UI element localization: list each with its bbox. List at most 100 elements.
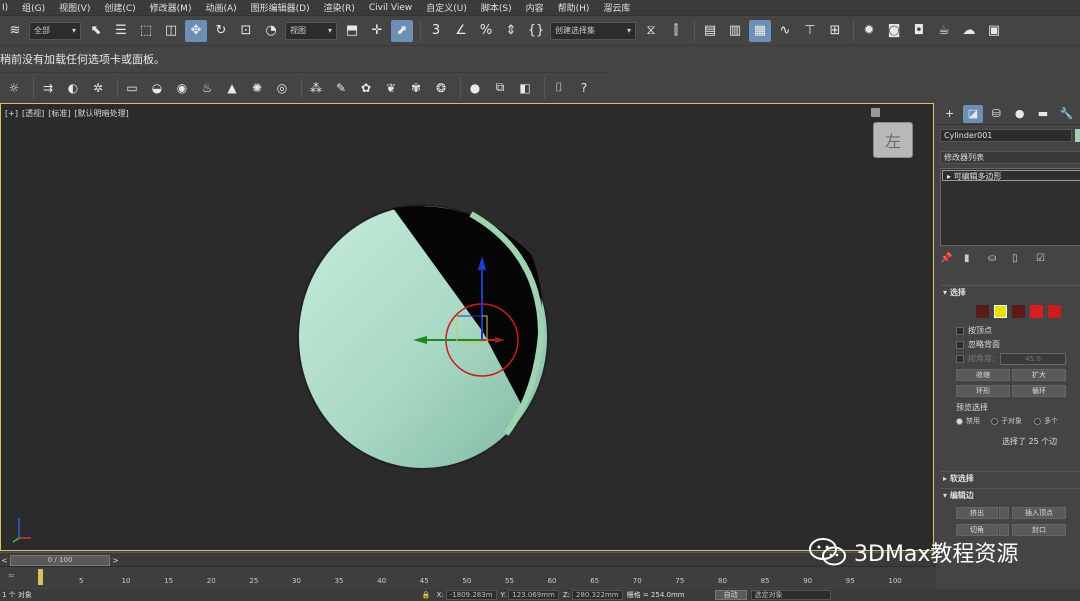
- track-bar-curve-icon[interactable]: ≈: [8, 571, 15, 580]
- select-by-name-icon[interactable]: ☰: [110, 20, 132, 42]
- preview-disabled-radio[interactable]: 禁用: [956, 416, 980, 426]
- walkthrough-icon[interactable]: ⇉: [38, 77, 58, 99]
- mirror-icon[interactable]: ⧖: [640, 20, 662, 42]
- spinner-snap-icon[interactable]: ⇕: [500, 20, 522, 42]
- menu-item-graph-editors[interactable]: 图形编辑器(D): [251, 1, 310, 14]
- ring-icon[interactable]: ◎: [272, 77, 292, 99]
- layer-explorer-icon[interactable]: ▤: [699, 20, 721, 42]
- render-region-icon[interactable]: ◧: [515, 77, 535, 99]
- rollout-soft-selection[interactable]: ▸ 软选择: [940, 471, 1080, 485]
- schematic-view-icon[interactable]: ⊞: [824, 20, 846, 42]
- modifier-stack[interactable]: ▸ 可编辑多边形: [940, 168, 1080, 246]
- auto-key-button[interactable]: 自动: [714, 590, 747, 600]
- menu-item-civil-view[interactable]: Civil View: [369, 3, 412, 13]
- show-end-result-icon[interactable]: ▮: [964, 253, 978, 267]
- grass-icon[interactable]: ❦: [381, 77, 401, 99]
- lightbulb-icon[interactable]: ☼: [4, 77, 24, 99]
- motion-tab-icon[interactable]: ●: [1010, 105, 1029, 123]
- render-shade-icon[interactable]: ▣: [983, 20, 1005, 42]
- display-tab-icon[interactable]: ▬: [1033, 105, 1052, 123]
- snap-3d-icon[interactable]: 3: [425, 20, 447, 42]
- vertex-level-icon[interactable]: [976, 305, 989, 318]
- angle-spinner[interactable]: 45.0: [1000, 353, 1066, 365]
- align-icon[interactable]: ⫿: [665, 20, 687, 42]
- plane-icon[interactable]: ▭: [122, 77, 142, 99]
- cone-icon[interactable]: ▲: [222, 77, 242, 99]
- layers-icon[interactable]: ▥: [724, 20, 746, 42]
- remove-modifier-icon[interactable]: ▯: [1012, 253, 1026, 267]
- edge-level-icon[interactable]: [994, 305, 1007, 318]
- menu-item-scripting[interactable]: 脚本(S): [481, 1, 512, 14]
- create-tab-icon[interactable]: +: [940, 105, 959, 123]
- polygon-level-icon[interactable]: [1030, 305, 1043, 318]
- dope-sheet-icon[interactable]: ⊤: [799, 20, 821, 42]
- z-coordinate-field[interactable]: 280.322mm: [572, 590, 623, 600]
- particle-icon[interactable]: ⁂: [306, 77, 326, 99]
- lock-selection-icon[interactable]: 🔒: [422, 591, 431, 599]
- cap-button[interactable]: 封口: [1012, 524, 1066, 536]
- object-color-swatch[interactable]: [1075, 129, 1080, 142]
- render-cloud-icon[interactable]: ☁: [958, 20, 980, 42]
- modifier-stack-item[interactable]: ▸ 可编辑多边形: [942, 170, 1080, 181]
- modify-tab-icon[interactable]: ◪: [963, 104, 983, 123]
- menu-item-rendering[interactable]: 渲染(R): [324, 1, 355, 14]
- border-level-icon[interactable]: [1012, 305, 1025, 318]
- x-coordinate-field[interactable]: -1809.283m: [445, 590, 497, 600]
- render-teapot-icon[interactable]: ☕: [933, 20, 955, 42]
- time-slider-thumb[interactable]: 0 / 100: [10, 555, 110, 566]
- ref-coord-dropdown[interactable]: 视图 ▾: [285, 21, 337, 40]
- shrink-button[interactable]: 收缩: [956, 369, 1010, 381]
- sun-icon[interactable]: ✺: [247, 77, 267, 99]
- extrude-settings-button[interactable]: [999, 507, 1009, 519]
- named-selection-dropdown[interactable]: 创建选择集 ▾: [550, 21, 636, 40]
- perspective-viewport[interactable]: [+] [透视] [标准] [默认明暗处理] 左: [0, 103, 934, 551]
- rollout-selection[interactable]: ▾ 选择: [940, 285, 1080, 299]
- pencil-icon[interactable]: ✎: [331, 77, 351, 99]
- menu-item-0[interactable]: I): [2, 3, 8, 13]
- configure-sets-icon[interactable]: ☑: [1036, 253, 1050, 267]
- chamfer-settings-button[interactable]: [999, 524, 1009, 536]
- by-angle-checkbox[interactable]: 按角度:: [956, 353, 995, 364]
- menu-item-group[interactable]: 组(G): [22, 1, 45, 14]
- named-selection-icon[interactable]: {}: [525, 20, 547, 42]
- frame-buffer-icon[interactable]: ⧉: [490, 77, 510, 99]
- chamfer-button[interactable]: 切角: [956, 524, 998, 536]
- selection-filter-dropdown[interactable]: 全部 ▾: [29, 21, 81, 40]
- by-vertex-checkbox[interactable]: 按顶点: [956, 325, 992, 336]
- modifier-list-dropdown[interactable]: 修改器列表: [940, 151, 1080, 164]
- window-crossing-icon[interactable]: ◫: [160, 20, 182, 42]
- scale-icon[interactable]: ⊡: [235, 20, 257, 42]
- rect-selection-icon[interactable]: ⬚: [135, 20, 157, 42]
- camera-icon[interactable]: ◐: [63, 77, 83, 99]
- pin-stack-icon[interactable]: 📌: [940, 253, 954, 267]
- scene-canvas[interactable]: [1, 104, 934, 551]
- menu-item-create[interactable]: 创建(C): [104, 1, 135, 14]
- select-object-icon[interactable]: ⬉: [85, 20, 107, 42]
- extrude-button[interactable]: 挤出: [956, 507, 998, 519]
- link-icon[interactable]: ≋: [4, 20, 26, 42]
- pivot-icon[interactable]: ⬒: [341, 20, 363, 42]
- material-editor-icon[interactable]: ✹: [858, 20, 880, 42]
- angle-snap-icon[interactable]: ∠: [450, 20, 472, 42]
- time-slider[interactable]: < 0 / 100 >: [0, 552, 936, 566]
- globe-icon[interactable]: ●: [465, 77, 485, 99]
- menu-item-views[interactable]: 视图(V): [59, 1, 90, 14]
- render-setup-icon[interactable]: ◙: [883, 20, 905, 42]
- menu-item-modifiers[interactable]: 修改器(M): [150, 1, 192, 14]
- move-icon[interactable]: ✥: [185, 19, 207, 42]
- cone-object[interactable]: [297, 204, 549, 470]
- set-key-filter-dropdown[interactable]: 选定对象: [750, 590, 831, 600]
- help-icon[interactable]: ?: [574, 77, 594, 99]
- sphere-icon[interactable]: ◉: [172, 77, 192, 99]
- teapot-icon[interactable]: ♨: [197, 77, 217, 99]
- menu-item-customize[interactable]: 自定义(U): [426, 1, 467, 14]
- menu-item-animation[interactable]: 动画(A): [205, 1, 236, 14]
- paint-icon[interactable]: ✿: [356, 77, 376, 99]
- preview-subobject-radio[interactable]: 子对象: [991, 416, 1022, 426]
- menu-item-help[interactable]: 帮助(H): [558, 1, 590, 14]
- prev-frame-icon[interactable]: <: [0, 555, 9, 566]
- tree-icon[interactable]: ✾: [406, 77, 426, 99]
- place-icon[interactable]: ◔: [260, 20, 282, 42]
- render-frame-icon[interactable]: ◘: [908, 20, 930, 42]
- menu-item-cloud[interactable]: 溜云库: [603, 1, 630, 14]
